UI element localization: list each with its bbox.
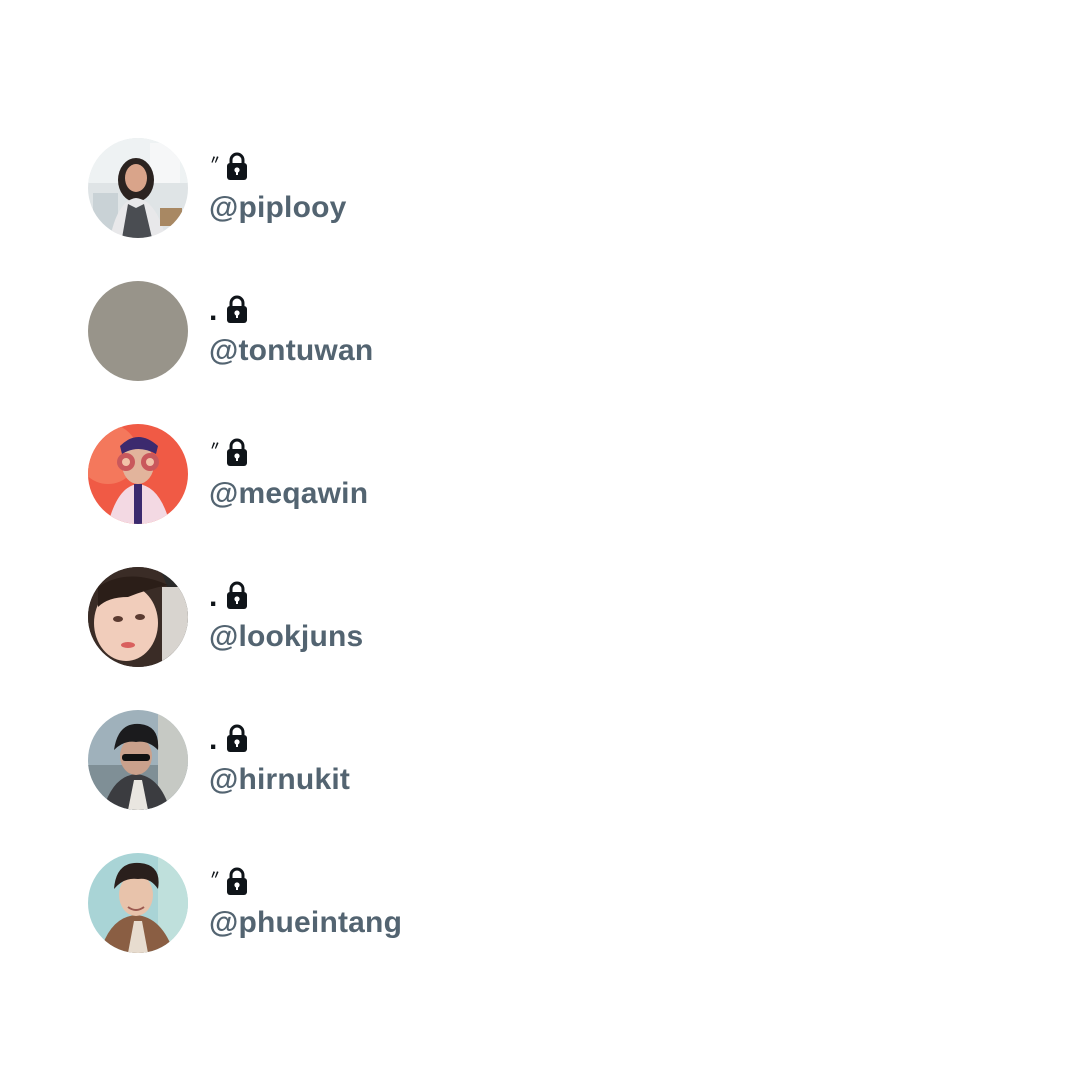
account-row[interactable]: 〃 @piplooy xyxy=(88,138,988,238)
account-info: 〃 @meqawin xyxy=(209,424,368,524)
lock-icon xyxy=(225,866,249,896)
username[interactable]: @phueintang xyxy=(209,904,402,942)
name-line: . xyxy=(209,578,363,612)
account-row[interactable]: 〃 @meqawin xyxy=(88,424,988,524)
avatar[interactable] xyxy=(88,281,188,381)
avatar[interactable] xyxy=(88,567,188,667)
account-info: 〃 @piplooy xyxy=(209,138,347,238)
lock-icon xyxy=(225,151,249,181)
display-name: 〃 xyxy=(209,153,222,167)
display-name: . xyxy=(209,294,218,327)
name-line: 〃 xyxy=(209,149,347,183)
avatar[interactable] xyxy=(88,138,188,238)
username[interactable]: @tontuwan xyxy=(209,332,373,370)
account-info: . @tontuwan xyxy=(209,281,373,381)
username[interactable]: @piplooy xyxy=(209,189,347,227)
account-info: . @hirnukit xyxy=(209,710,350,810)
lock-icon xyxy=(225,580,249,610)
account-row[interactable]: 〃 @phueintang xyxy=(88,853,988,953)
account-info: . @lookjuns xyxy=(209,567,363,667)
account-list: 〃 @piplooy . @tontuwan 〃 @meqawin . @loo… xyxy=(88,138,988,996)
avatar[interactable] xyxy=(88,424,188,524)
lock-icon xyxy=(225,723,249,753)
username[interactable]: @hirnukit xyxy=(209,761,350,799)
account-info: 〃 @phueintang xyxy=(209,853,402,953)
name-line: 〃 xyxy=(209,864,402,898)
name-line: . xyxy=(209,292,373,326)
lock-icon xyxy=(225,437,249,467)
name-line: . xyxy=(209,721,350,755)
lock-icon xyxy=(225,294,249,324)
username[interactable]: @meqawin xyxy=(209,475,368,513)
name-line: 〃 xyxy=(209,435,368,469)
account-row[interactable]: . @tontuwan xyxy=(88,281,988,381)
avatar[interactable] xyxy=(88,853,188,953)
account-row[interactable]: . @hirnukit xyxy=(88,710,988,810)
avatar[interactable] xyxy=(88,710,188,810)
display-name: 〃 xyxy=(209,439,222,453)
account-row[interactable]: . @lookjuns xyxy=(88,567,988,667)
display-name: 〃 xyxy=(209,868,222,882)
display-name: . xyxy=(209,580,218,613)
username[interactable]: @lookjuns xyxy=(209,618,363,656)
display-name: . xyxy=(209,723,218,756)
